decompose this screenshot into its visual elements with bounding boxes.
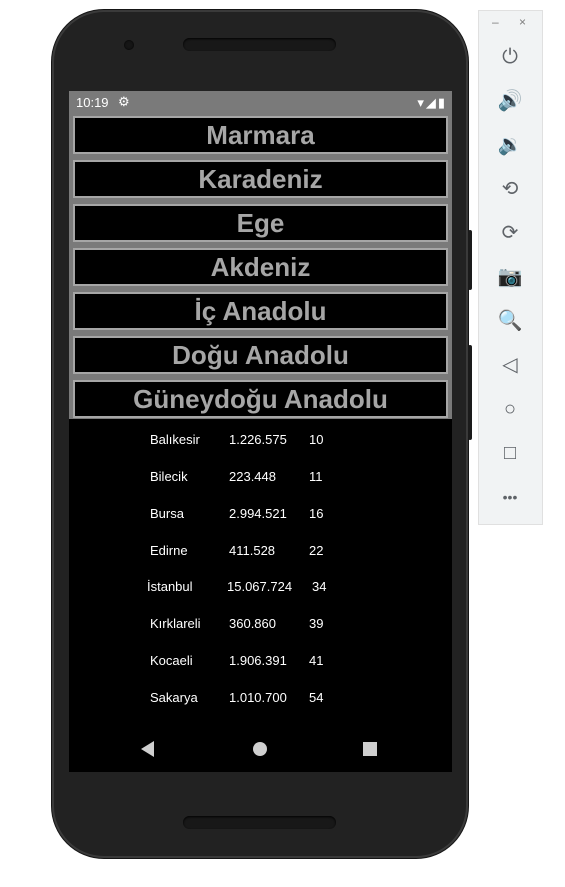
region-button-guneydogu-anadolu[interactable]: Güneydoğu Anadolu: [73, 380, 448, 418]
camera-icon[interactable]: 📷: [495, 262, 525, 292]
province-code: 41: [309, 653, 324, 668]
zoom-icon[interactable]: 🔍: [495, 306, 525, 336]
volume-down-icon[interactable]: 🔉: [495, 130, 525, 160]
wifi-icon: ▾: [417, 95, 424, 110]
province-population: 1.010.700: [229, 690, 287, 705]
province-population: 411.528: [229, 543, 276, 558]
list-item[interactable]: Edirne 411.528 22: [69, 541, 452, 561]
battery-icon: ▮: [437, 95, 445, 110]
list-item[interactable]: Bilecik 223.448 11: [69, 467, 452, 487]
bottom-speaker: [183, 816, 336, 829]
more-icon[interactable]: •••: [495, 482, 525, 512]
device-screen: 10:19 ⚙ ▾ ◢ ▮ Marmara Karadeniz Ege Akdeni…: [69, 91, 452, 772]
province-name: Bilecik: [150, 469, 188, 484]
home-icon[interactable]: ○: [495, 394, 525, 424]
list-item[interactable]: Kırklareli 360.860 39: [69, 614, 452, 634]
province-code: 16: [309, 506, 324, 521]
navigation-bar: [69, 727, 452, 772]
province-code: 11: [309, 469, 323, 484]
recents-square-icon[interactable]: [363, 742, 377, 756]
province-name: İstanbul: [147, 579, 193, 594]
province-name: Balıkesir: [150, 432, 200, 447]
region-button-akdeniz[interactable]: Akdeniz: [73, 248, 448, 286]
region-button-dogu-anadolu[interactable]: Doğu Anadolu: [73, 336, 448, 374]
back-triangle-icon[interactable]: [141, 741, 154, 757]
province-name: Kırklareli: [150, 616, 201, 631]
volume-up-icon[interactable]: 🔊: [495, 86, 525, 116]
gear-icon: ⚙: [118, 94, 130, 109]
province-name: Edirne: [150, 543, 188, 558]
province-name: Bursa: [150, 506, 184, 521]
province-code: 39: [309, 616, 324, 631]
province-population: 2.994.521: [229, 506, 287, 521]
region-button-ege[interactable]: Ege: [73, 204, 448, 242]
toolbar-window-controls: – ×: [479, 15, 542, 33]
province-population: 360.860: [229, 616, 276, 631]
power-icon[interactable]: ⏻: [495, 42, 525, 72]
emulator-window: 10:19 ⚙ ▾ ◢ ▮ Marmara Karadeniz Ege Akdeni…: [0, 0, 565, 887]
region-button-marmara[interactable]: Marmara: [73, 116, 448, 154]
list-item[interactable]: Balıkesir 1.226.575 10: [69, 430, 452, 450]
province-population: 15.067.724: [227, 579, 293, 594]
province-population: 1.226.575: [229, 432, 287, 447]
emulator-toolbar: – × ⏻ 🔊 🔉 ⟲ ⟳ 📷 🔍 ◁ ○ □ •••: [478, 10, 543, 525]
province-population: 1.906.391: [229, 653, 287, 668]
list-item[interactable]: Kocaeli 1.906.391 41: [69, 651, 452, 671]
list-item[interactable]: Sakarya 1.010.700 54: [69, 688, 452, 708]
region-button-karadeniz[interactable]: Karadeniz: [73, 160, 448, 198]
province-code: 34: [312, 579, 327, 594]
rotate-left-icon[interactable]: ⟲: [495, 174, 525, 204]
province-code: 22: [309, 543, 324, 558]
front-camera: [124, 40, 134, 50]
list-item[interactable]: İstanbul 15.067.724 34: [69, 577, 452, 597]
back-icon[interactable]: ◁: [495, 350, 525, 380]
side-button-volume[interactable]: [468, 230, 472, 290]
status-bar: 10:19 ⚙ ▾ ◢ ▮: [69, 91, 452, 113]
overview-icon[interactable]: □: [495, 438, 525, 468]
close-button[interactable]: ×: [519, 15, 526, 29]
signal-icon: ◢: [425, 95, 436, 110]
province-code: 10: [309, 432, 324, 447]
province-population: 223.448: [229, 469, 276, 484]
status-icons: ▾ ◢ ▮: [415, 95, 445, 111]
minimize-button[interactable]: –: [492, 15, 499, 29]
province-name: Sakarya: [150, 690, 198, 705]
region-list: Marmara Karadeniz Ege Akdeniz İç Anadolu…: [69, 113, 452, 419]
side-button-power[interactable]: [468, 345, 472, 440]
region-button-ic-anadolu[interactable]: İç Anadolu: [73, 292, 448, 330]
province-name: Kocaeli: [150, 653, 193, 668]
home-circle-icon[interactable]: [253, 742, 267, 756]
top-speaker: [183, 38, 336, 51]
province-code: 54: [309, 690, 324, 705]
list-item[interactable]: Bursa 2.994.521 16: [69, 504, 452, 524]
status-time: 10:19: [76, 95, 109, 110]
rotate-right-icon[interactable]: ⟳: [495, 218, 525, 248]
